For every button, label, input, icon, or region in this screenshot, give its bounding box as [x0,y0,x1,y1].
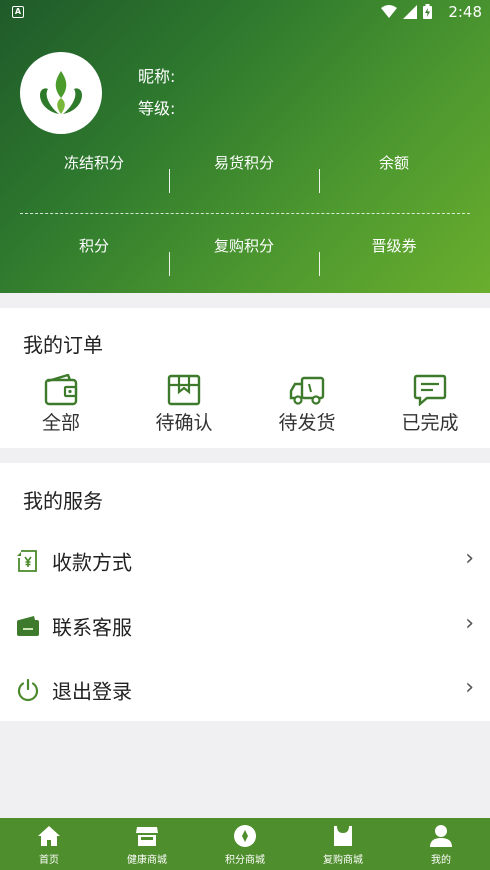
service-payment-method[interactable]: 收款方式 › [0,529,490,593]
order-all-label: 全部 [41,412,80,434]
stat-balance[interactable]: 余额 [319,152,469,173]
stat-barter-points[interactable]: 易货积分 [169,152,319,173]
service-customer-support[interactable]: 联系客服 › [0,594,490,658]
user-icon [430,825,452,847]
nav-repurchase-mall[interactable]: 复购商城 [294,818,392,870]
order-pending-confirm[interactable]: 待确认 [134,372,234,435]
nav-repurchase-mall-label: 复购商城 [323,855,363,866]
service-logout[interactable]: 退出登录 › [0,658,490,722]
divider [169,169,170,193]
divider [169,252,170,276]
chevron-right-icon: › [465,611,474,636]
points-icon [234,825,256,847]
stat-repurchase-points[interactable]: 复购积分 [169,235,319,256]
customer-service-icon [17,616,39,636]
message-icon [413,374,447,406]
nav-mine-label: 我的 [431,855,451,866]
order-pending-shipment-label: 待发货 [278,412,336,434]
level-label: 等级: [138,99,176,118]
service-customer-support-label: 联系客服 [52,615,132,640]
dashed-divider [20,213,470,214]
clock: 2:48 [448,3,482,21]
chevron-right-icon: › [465,675,474,700]
box-icon [167,374,201,406]
wallet-icon [44,374,78,406]
order-completed[interactable]: 已完成 [380,372,480,435]
order-pending-confirm-label: 待确认 [155,412,213,434]
profile-header: A 2:48 昵称: 等级: 冻结积分 易货积分 余额 积分 复购积分 晋级券 [0,0,490,293]
nav-points-mall-label: 积分商城 [225,855,265,866]
nav-mine[interactable]: 我的 [392,818,490,870]
notification-icon: A [12,6,24,18]
service-logout-label: 退出登录 [52,679,132,704]
stat-frozen-points[interactable]: 冻结积分 [19,152,169,173]
store-icon [136,827,158,846]
nav-health-mall[interactable]: 健康商城 [98,818,196,870]
nav-home-label: 首页 [39,855,59,866]
order-completed-label: 已完成 [401,412,459,434]
stat-promotion-coupon[interactable]: 晋级券 [319,235,469,256]
shopping-bag-icon [334,826,352,846]
avatar[interactable] [20,52,102,134]
status-bar: A 2:48 [0,0,490,26]
nav-points-mall[interactable]: 积分商城 [196,818,294,870]
orders-title: 我的订单 [23,333,103,357]
bottom-nav: 首页 健康商城 积分商城 复购商城 我的 [0,818,490,870]
order-pending-shipment[interactable]: 待发货 [257,372,357,435]
service-payment-method-label: 收款方式 [52,550,132,575]
power-icon [17,678,39,702]
chevron-right-icon: › [465,546,474,571]
stat-points[interactable]: 积分 [19,235,169,256]
order-all[interactable]: 全部 [11,372,111,435]
divider [319,252,320,276]
nav-home[interactable]: 首页 [0,818,98,870]
nav-health-mall-label: 健康商城 [127,855,167,866]
logo-icon [40,71,82,114]
battery-icon [423,4,432,19]
payment-icon [17,550,37,572]
wifi-icon [381,4,397,18]
signal-icon [403,4,417,19]
nickname-label: 昵称: [138,67,176,86]
divider [319,169,320,193]
services-title: 我的服务 [23,489,103,513]
truck-icon [289,376,325,405]
home-icon [38,826,60,846]
